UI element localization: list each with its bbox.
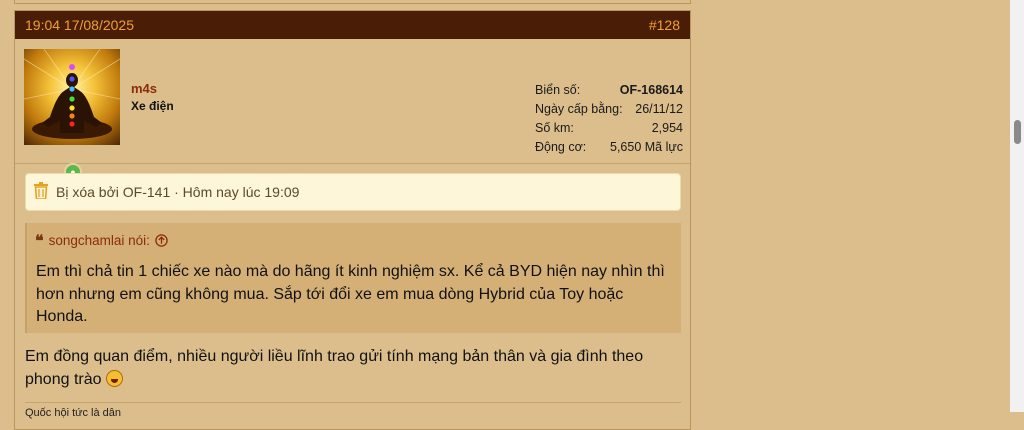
quote-block: ❝ songchamlai nói: Em thì chả tin 1 chiế… [25,223,681,333]
quote-mark-icon: ❝ [35,231,44,250]
user-stats: Biển số: OF-168614 Ngày cấp bằng: 26/11/… [535,81,683,157]
post-timestamp[interactable]: 19:04 17/08/2025 [25,17,134,33]
signature-divider [25,402,681,403]
meditation-figure-icon [24,49,120,139]
post-body: Em đồng quan điểm, nhiều người liều lĩnh… [25,345,665,391]
previous-post-edge [14,0,691,4]
stat-label: Ngày cấp bằng: [535,102,623,116]
arrow-up-circle-icon[interactable] [155,234,168,247]
user-title: Xe điện [131,99,174,113]
stat-label: Biển số: [535,83,581,97]
stat-value: 5,650 Mã lực [610,140,683,154]
stat-label: Động cơ: [535,140,587,154]
post-header: 19:04 17/08/2025 #128 [15,11,690,39]
forum-post: 19:04 17/08/2025 #128 ● m4s Xe điện Biển… [14,10,691,430]
user-info-block: ● m4s Xe điện Biển số: OF-168614 Ngày cấ… [15,39,690,181]
quote-text: Em thì chả tin 1 chiếc xe nào mà do hãng… [36,263,665,325]
stat-row-engine: Động cơ: 5,650 Mã lực [535,138,683,157]
stat-value: 2,954 [651,121,683,135]
username-link[interactable]: m4s [131,81,157,96]
deleted-notice-text: Bị xóa bởi OF-141 · Hôm nay lúc 19:09 [56,184,300,200]
deleted-notice: Bị xóa bởi OF-141 · Hôm nay lúc 19:09 [25,173,681,211]
scrollbar-thumb[interactable] [1014,120,1021,144]
signature: Quốc hội tức là dân [25,407,122,419]
quote-header[interactable]: ❝ songchamlai nói: [35,231,168,250]
trash-icon [34,182,48,202]
post-number[interactable]: #128 [649,17,680,33]
scrollbar-track[interactable] [1010,0,1024,412]
laughing-emoji-icon [105,370,123,387]
stat-label: Số km: [535,121,574,135]
stat-row-km: Số km: 2,954 [535,119,683,138]
avatar[interactable] [24,49,120,145]
stat-value: OF-168614 [619,83,683,97]
stat-value: 26/11/12 [635,102,683,116]
quote-author[interactable]: songchamlai nói: [49,233,150,248]
stat-row-join-date: Ngày cấp bằng: 26/11/12 [535,100,683,119]
stat-row-plate: Biển số: OF-168614 [535,81,683,100]
